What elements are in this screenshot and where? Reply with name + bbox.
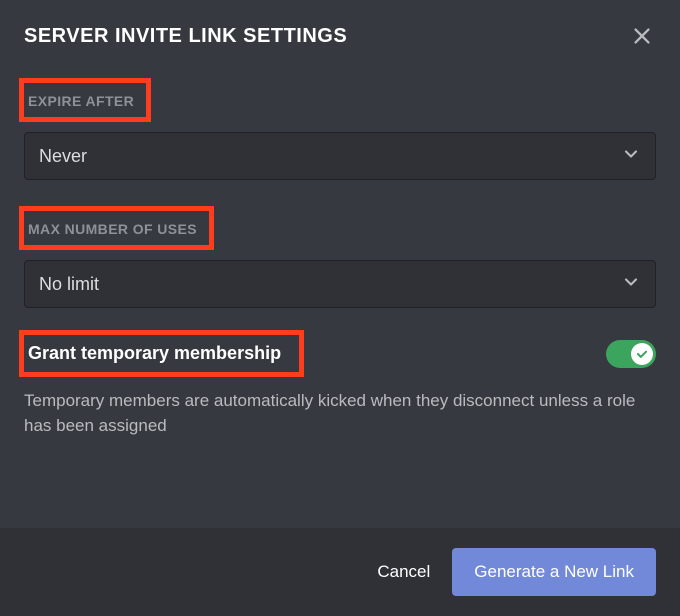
cancel-button[interactable]: Cancel xyxy=(377,562,430,582)
highlight-max-uses: MAX NUMBER OF USES xyxy=(19,206,214,250)
temp-membership-description: Temporary members are automatically kick… xyxy=(24,389,656,438)
max-uses-select[interactable]: No limit xyxy=(24,260,656,308)
modal-footer: Cancel Generate a New Link xyxy=(0,528,680,616)
modal-body: EXPIRE AFTER Never MAX NUMBER OF USES No… xyxy=(0,68,680,528)
highlight-expire: EXPIRE AFTER xyxy=(19,78,151,122)
temp-membership-label: Grant temporary membership xyxy=(28,343,281,363)
invite-settings-modal: SERVER INVITE LINK SETTINGS EXPIRE AFTER… xyxy=(0,0,680,616)
expire-label: EXPIRE AFTER xyxy=(24,87,134,113)
chevron-down-icon xyxy=(621,272,641,297)
check-icon xyxy=(635,347,649,361)
temp-membership-toggle[interactable] xyxy=(606,340,656,368)
expire-select[interactable]: Never xyxy=(24,132,656,180)
modal-title: SERVER INVITE LINK SETTINGS xyxy=(24,25,347,48)
max-uses-group: MAX NUMBER OF USES No limit xyxy=(24,202,656,308)
highlight-temp-membership: Grant temporary membership xyxy=(19,330,304,377)
generate-link-button[interactable]: Generate a New Link xyxy=(452,548,656,596)
temp-membership-row: Grant temporary membership xyxy=(24,330,656,377)
max-uses-label: MAX NUMBER OF USES xyxy=(24,215,197,241)
close-icon xyxy=(631,25,653,47)
toggle-knob xyxy=(631,343,653,365)
expire-after-group: EXPIRE AFTER Never xyxy=(24,68,656,180)
expire-value: Never xyxy=(39,146,87,167)
max-uses-value: No limit xyxy=(39,274,99,295)
modal-header: SERVER INVITE LINK SETTINGS xyxy=(0,0,680,68)
temp-membership-group: Grant temporary membership Temporary mem… xyxy=(24,330,656,438)
close-button[interactable] xyxy=(628,22,656,50)
chevron-down-icon xyxy=(621,144,641,169)
